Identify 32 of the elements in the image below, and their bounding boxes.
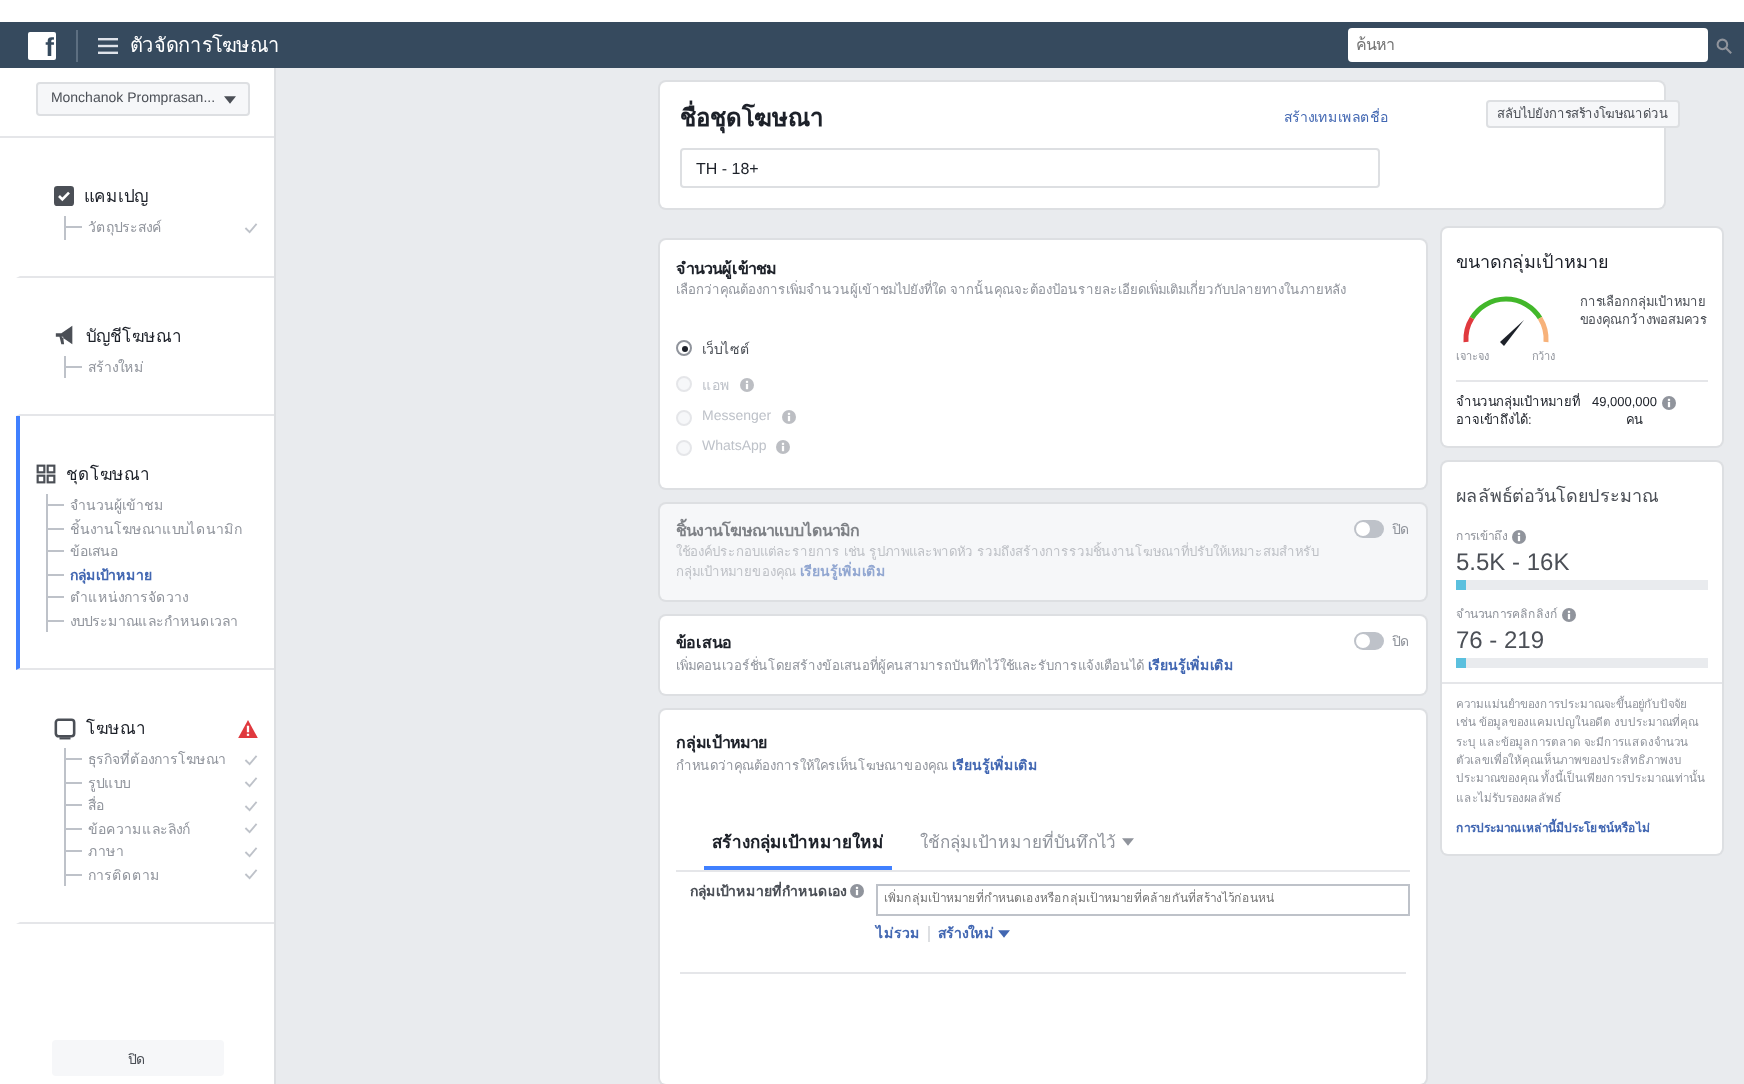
section-title: ข้อเสนอ: [676, 631, 734, 656]
grid-icon: [36, 464, 56, 484]
info-icon: [850, 884, 864, 899]
app-title: ตัวจัดการโฆษณา: [130, 32, 280, 60]
card-title: ผลลัพธ์ต่อวันโดยประมาณ: [1456, 483, 1660, 511]
logo[interactable]: f: [28, 31, 56, 59]
info-icon: [1562, 607, 1576, 622]
section-title: กลุ่มเป้าหมาย: [676, 731, 770, 756]
section-title[interactable]: โฆษณา: [86, 714, 146, 742]
tab[interactable]: สร้างกลุ่มเป้าหมายใหม่: [704, 820, 892, 871]
monitor-icon: [54, 717, 76, 739]
radio-button[interactable]: [676, 340, 692, 357]
checkbox-icon: [54, 186, 74, 206]
section-title[interactable]: แคมเปญ: [84, 182, 148, 210]
name-field[interactable]: TH - 18+: [680, 148, 1380, 188]
search-field[interactable]: ค้นหา: [1348, 28, 1708, 62]
section-title[interactable]: บัญชีโฆษณา: [86, 321, 182, 349]
card-title: ชื่อชุดโฆษณา: [680, 98, 824, 136]
megaphone-icon: [54, 324, 76, 346]
caret-icon: [223, 95, 236, 103]
metric-value: 5.5K - 16K: [1456, 548, 1572, 577]
toggle-switch[interactable]: [1354, 631, 1384, 650]
card-title: ขนาดกลุ่มเป้าหมาย: [1456, 250, 1610, 276]
search-icon[interactable]: [1716, 37, 1732, 53]
menu-icon[interactable]: [98, 37, 118, 53]
tab[interactable]: ใช้กลุ่มเป้าหมายที่บันทึกไว้: [912, 820, 1142, 871]
section-title: ชิ้นงานโฆษณาแบบไดนามิก: [676, 517, 862, 544]
info-icon: [1661, 396, 1676, 411]
metric-value: 76 - 219: [1456, 626, 1547, 655]
section-title[interactable]: ชุดโฆษณา: [66, 460, 150, 488]
info-icon: [1512, 529, 1526, 544]
section-title: จำนวนผู้เข้าชม: [676, 258, 778, 280]
